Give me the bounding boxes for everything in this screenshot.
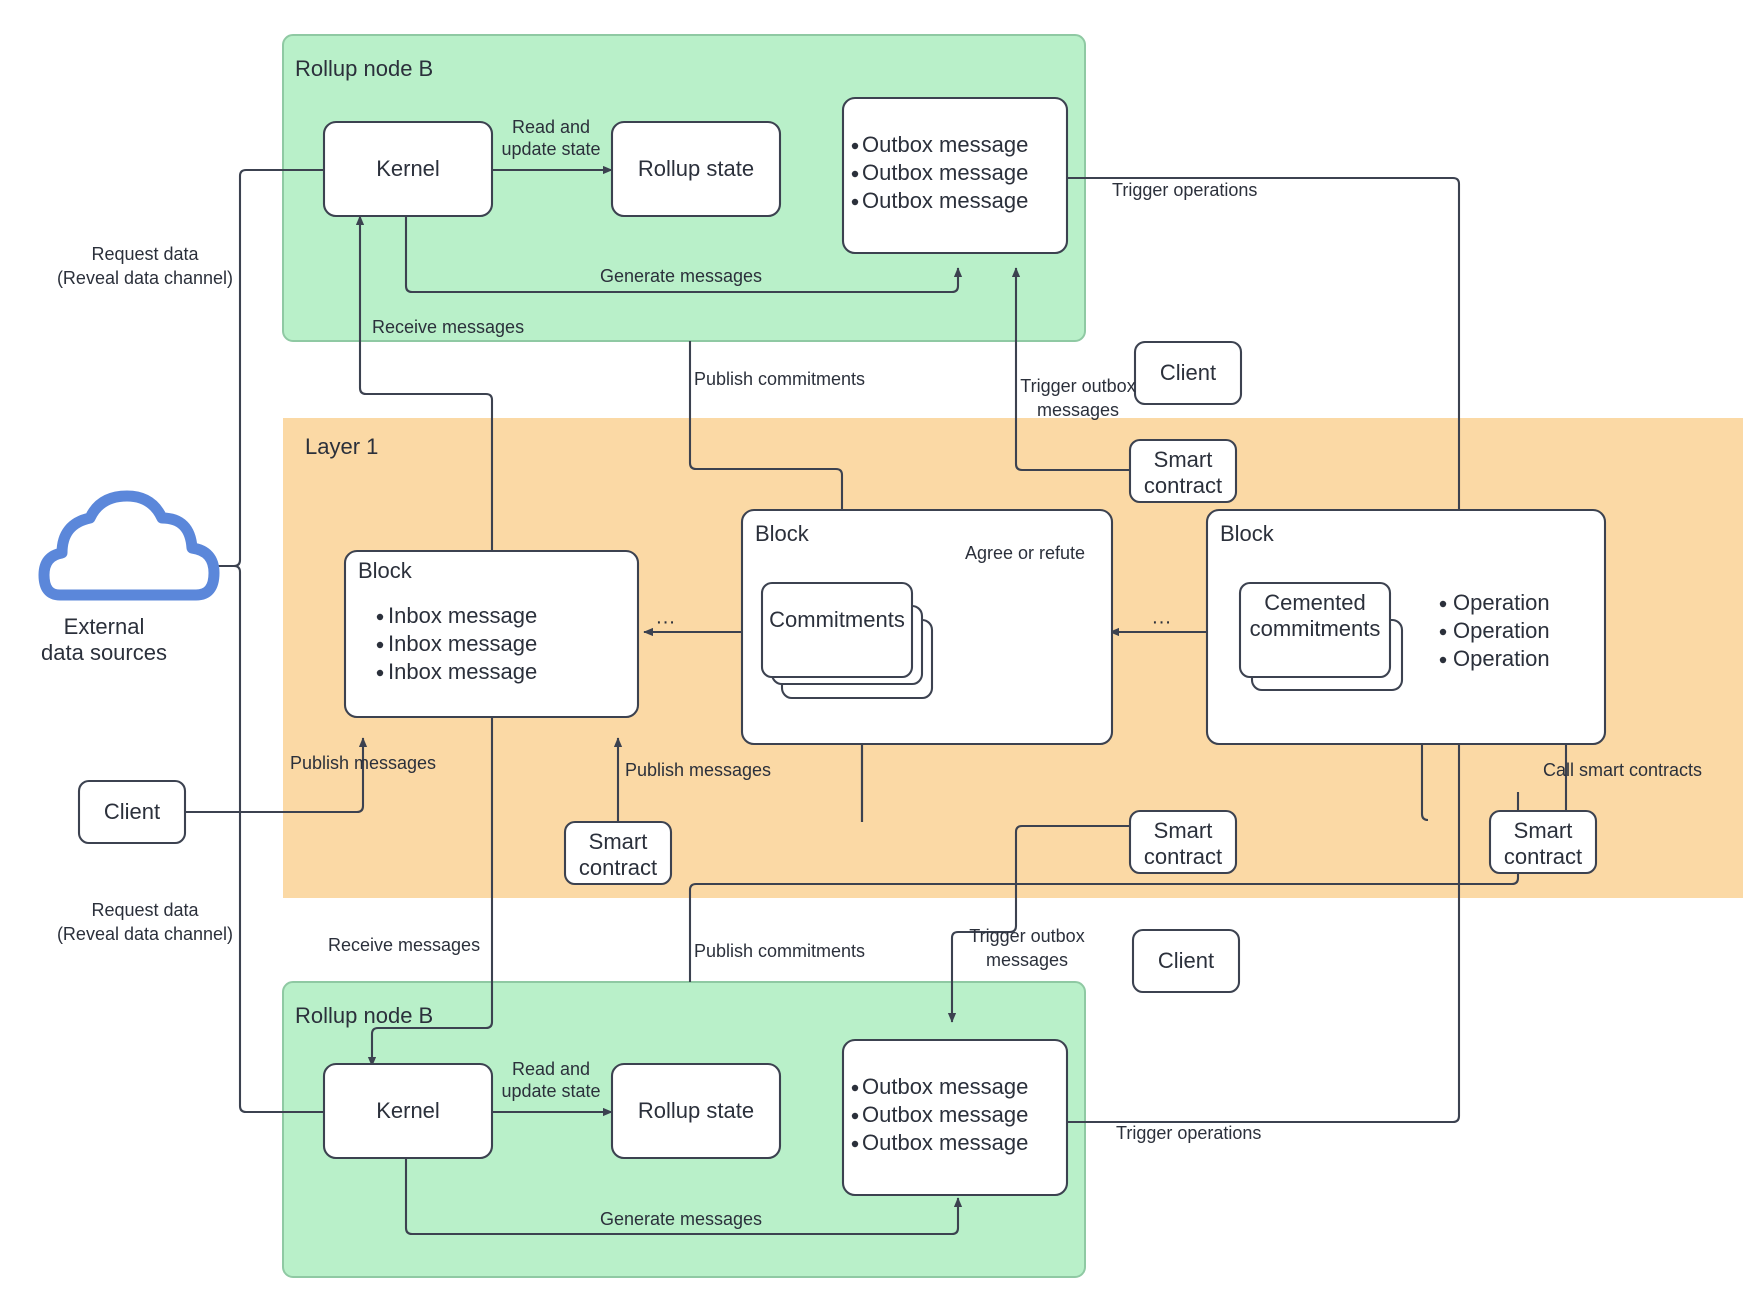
outbox-bottom-item-0: Outbox message bbox=[862, 1074, 1028, 1099]
block-cemented-inner-2: commitments bbox=[1250, 616, 1381, 641]
edge-label-generate-messages-bottom: Generate messages bbox=[600, 1209, 762, 1229]
edge-label-trigger-outbox-bottom-2: messages bbox=[986, 950, 1068, 970]
outbox-top-item-1: Outbox message bbox=[862, 160, 1028, 185]
edge-label-read-update-state-top-1: Read and bbox=[512, 117, 590, 137]
cloud-label-line1: External bbox=[64, 614, 145, 639]
node-label-rollup-state-bottom: Rollup state bbox=[638, 1098, 754, 1123]
edge-label-read-update-state-bottom-1: Read and bbox=[512, 1059, 590, 1079]
block-cemented-op-2: Operation bbox=[1453, 646, 1550, 671]
node-label-client-left: Client bbox=[104, 799, 160, 824]
bullet-dot bbox=[1439, 628, 1447, 636]
diagram-svg: Rollup node B Layer 1 Rollup node B Kern… bbox=[38, 34, 1743, 1278]
node-label-kernel-bottom: Kernel bbox=[376, 1098, 440, 1123]
edge-label-receive-messages-top: Receive messages bbox=[372, 317, 524, 337]
block-inbox-item-2: Inbox message bbox=[388, 659, 537, 684]
edge-label-trigger-outbox-top-2: messages bbox=[1037, 400, 1119, 420]
edge-label-ellipsis-right: ... bbox=[1152, 606, 1172, 628]
node-label-sc-call-2: contract bbox=[1504, 844, 1582, 869]
group-label-rollup-top: Rollup node B bbox=[295, 56, 433, 81]
block-cemented-title: Block bbox=[1220, 521, 1275, 546]
bullet-dot bbox=[851, 1112, 859, 1120]
edge-label-request-data-top-2: (Reveal data channel) bbox=[57, 268, 233, 288]
edge-label-ellipsis-left: ... bbox=[656, 606, 676, 628]
node-label-rollup-state-top: Rollup state bbox=[638, 156, 754, 181]
bullet-dot bbox=[1439, 656, 1447, 664]
edge-label-trigger-outbox-bottom-1: Trigger outbox bbox=[969, 926, 1084, 946]
edge-label-agree-or-refute: Agree or refute bbox=[965, 543, 1085, 563]
edge-label-publish-commitments-bottom: Publish commitments bbox=[694, 941, 865, 961]
bullet-dot bbox=[851, 1084, 859, 1092]
node-label-client-top-right: Client bbox=[1160, 360, 1216, 385]
outbox-bottom-item-2: Outbox message bbox=[862, 1130, 1028, 1155]
cloud-label-line2: data sources bbox=[41, 640, 167, 665]
block-cemented-inner-1: Cemented bbox=[1264, 590, 1366, 615]
edge-label-request-data-bottom-2: (Reveal data channel) bbox=[57, 924, 233, 944]
edge-label-generate-messages-top: Generate messages bbox=[600, 266, 762, 286]
node-label-sc-outbox-bottom-1: Smart bbox=[1154, 818, 1213, 843]
edge-label-read-update-state-top-2: update state bbox=[501, 139, 600, 159]
outbox-top-item-0: Outbox message bbox=[862, 132, 1028, 157]
node-label-sc-publish-1: Smart bbox=[589, 829, 648, 854]
diagram-canvas: Rollup node B Layer 1 Rollup node B Kern… bbox=[0, 0, 1760, 1312]
node-label-kernel-top: Kernel bbox=[376, 156, 440, 181]
node-label-sc-call-1: Smart bbox=[1514, 818, 1573, 843]
node-cloud-external-data-sources[interactable] bbox=[38, 490, 220, 601]
edge-label-trigger-operations-bottom: Trigger operations bbox=[1116, 1123, 1261, 1143]
block-cemented-op-1: Operation bbox=[1453, 618, 1550, 643]
node-label-sc-publish-2: contract bbox=[579, 855, 657, 880]
bullet-dot bbox=[851, 1140, 859, 1148]
node-label-client-bottom-right: Client bbox=[1158, 948, 1214, 973]
edge-label-trigger-operations-top: Trigger operations bbox=[1112, 180, 1257, 200]
block-inbox-item-1: Inbox message bbox=[388, 631, 537, 656]
group-label-rollup-bottom: Rollup node B bbox=[295, 1003, 433, 1028]
node-label-sc-outbox-top-2: contract bbox=[1144, 473, 1222, 498]
bullet-dot bbox=[851, 170, 859, 178]
edge-label-publish-messages-left: Publish messages bbox=[290, 753, 436, 773]
edge-label-receive-messages-bottom: Receive messages bbox=[328, 935, 480, 955]
block-commitments-title: Block bbox=[755, 521, 810, 546]
edge-label-publish-commitments-top: Publish commitments bbox=[694, 369, 865, 389]
edge-label-publish-messages-mid: Publish messages bbox=[625, 760, 771, 780]
bullet-dot bbox=[851, 198, 859, 206]
node-label-sc-outbox-bottom-2: contract bbox=[1144, 844, 1222, 869]
edge-label-call-smart-contracts: Call smart contracts bbox=[1543, 760, 1702, 780]
group-label-layer1: Layer 1 bbox=[305, 434, 378, 459]
bullet-dot bbox=[376, 641, 384, 649]
block-commitments-inner-label: Commitments bbox=[769, 607, 905, 632]
node-label-sc-outbox-top-1: Smart bbox=[1154, 447, 1213, 472]
edge-label-request-data-top-1: Request data bbox=[91, 244, 199, 264]
block-inbox-item-0: Inbox message bbox=[388, 603, 537, 628]
edge-label-trigger-outbox-top-1: Trigger outbox bbox=[1020, 376, 1135, 396]
block-cemented-op-0: Operation bbox=[1453, 590, 1550, 615]
outbox-top-item-2: Outbox message bbox=[862, 188, 1028, 213]
bullet-dot bbox=[376, 613, 384, 621]
bullet-dot bbox=[851, 142, 859, 150]
bullet-dot bbox=[376, 669, 384, 677]
edge-label-read-update-state-bottom-2: update state bbox=[501, 1081, 600, 1101]
outbox-bottom-item-1: Outbox message bbox=[862, 1102, 1028, 1127]
bullet-dot bbox=[1439, 600, 1447, 608]
edge-label-request-data-bottom-1: Request data bbox=[91, 900, 199, 920]
block-inbox-title: Block bbox=[358, 558, 413, 583]
